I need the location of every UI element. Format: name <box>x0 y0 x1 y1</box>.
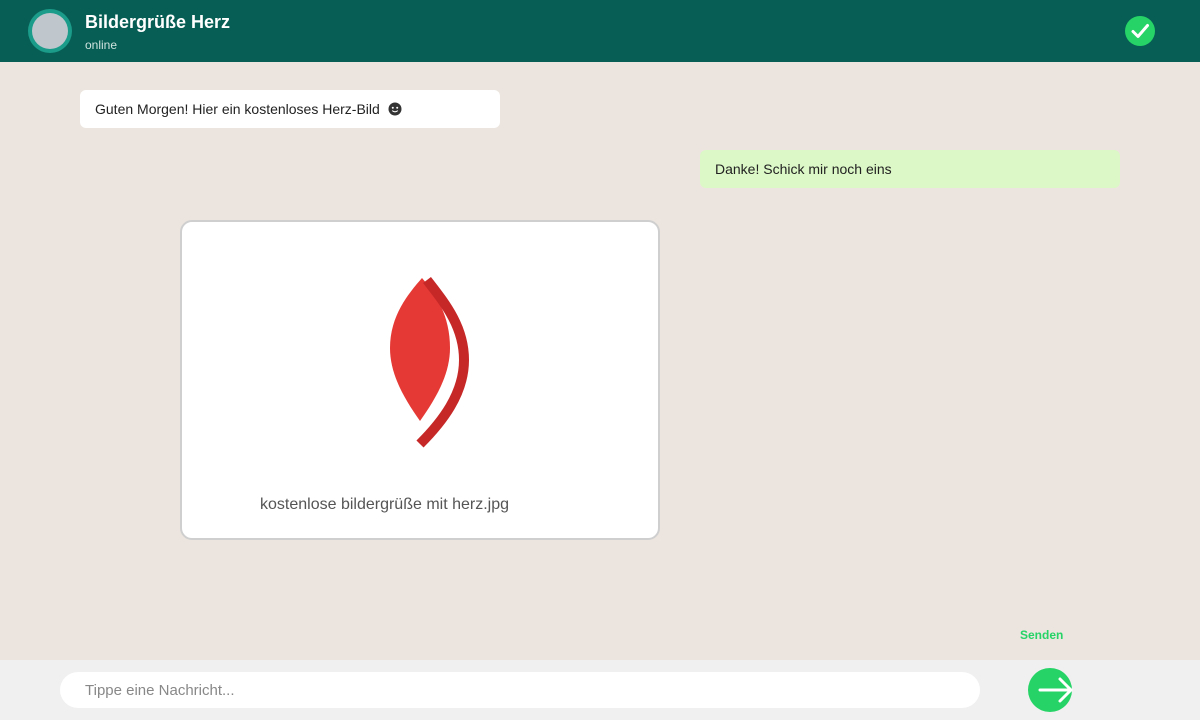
send-button[interactable] <box>1028 668 1073 712</box>
file-name: kostenlose bildergrüße mit herz.jpg <box>260 496 510 513</box>
message-text: Danke! Schick mir noch eins <box>715 161 892 177</box>
send-label: Senden <box>1020 628 1064 642</box>
avatar[interactable] <box>28 9 72 53</box>
image-message[interactable]: kostenlose bildergrüße mit herz.jpg <box>180 220 660 540</box>
heart-leaf-icon <box>390 276 470 448</box>
check-circle-icon[interactable] <box>1125 16 1155 46</box>
chat-header: Bildergrüße Herz online <box>0 0 1200 62</box>
outgoing-message[interactable]: Danke! Schick mir noch eins <box>700 150 1120 188</box>
smiley-icon <box>388 102 402 116</box>
chat-status: online <box>85 38 118 52</box>
chat-title: Bildergrüße Herz <box>85 12 231 32</box>
message-text: Guten Morgen! Hier ein kostenloses Herz-… <box>95 101 380 117</box>
message-input[interactable] <box>60 672 980 708</box>
arrow-right-icon <box>1038 677 1073 703</box>
incoming-message[interactable]: Guten Morgen! Hier ein kostenloses Herz-… <box>80 90 500 128</box>
avatar-image <box>32 13 68 49</box>
composer-bar <box>0 660 1200 720</box>
